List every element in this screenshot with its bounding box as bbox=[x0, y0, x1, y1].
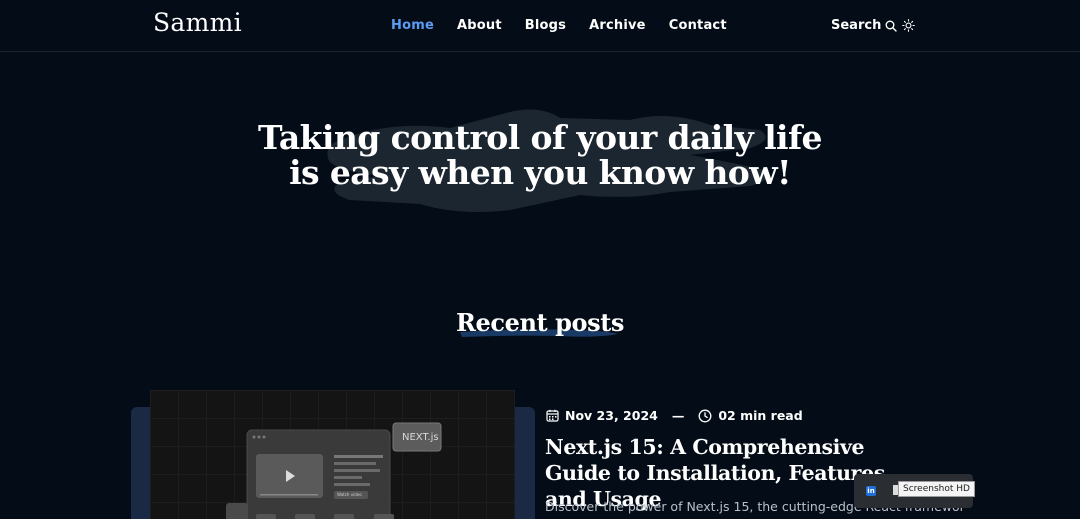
search-button[interactable]: Search bbox=[831, 18, 898, 33]
site-header: Sammi Home About Blogs Archive Contact S… bbox=[0, 0, 1080, 52]
thumbnail-watch-button: Watch video bbox=[337, 492, 362, 497]
nav-contact[interactable]: Contact bbox=[669, 18, 727, 33]
search-icon bbox=[885, 20, 898, 32]
post-meta: Nov 23, 2024 — 02 min read bbox=[546, 408, 803, 423]
main-nav: Home About Blogs Archive Contact bbox=[391, 18, 727, 33]
nav-home[interactable]: Home bbox=[391, 18, 434, 33]
thumbnail-next-logo: NEXT.js bbox=[402, 432, 439, 443]
meta-separator: — bbox=[671, 408, 685, 423]
sun-icon[interactable] bbox=[902, 19, 915, 32]
clock-icon bbox=[698, 409, 712, 422]
site-logo[interactable]: Sammi bbox=[153, 8, 242, 37]
post-thumbnail[interactable]: NEXT.js Watch video bbox=[150, 390, 515, 519]
hero-title-line2: is easy when you know how! bbox=[289, 153, 791, 192]
hero-section: Taking control of your daily life is eas… bbox=[0, 90, 1080, 220]
calendar-icon bbox=[546, 409, 559, 422]
post-date: Nov 23, 2024 bbox=[565, 408, 658, 423]
thumbnail-illustration bbox=[150, 390, 515, 519]
recent-posts-title: Recent posts bbox=[455, 308, 625, 337]
nav-about[interactable]: About bbox=[457, 18, 502, 33]
post-read-time: 02 min read bbox=[718, 408, 803, 423]
nav-blogs[interactable]: Blogs bbox=[525, 18, 566, 33]
nav-archive[interactable]: Archive bbox=[589, 18, 646, 33]
linkedin-icon[interactable]: in bbox=[866, 486, 876, 496]
hero-title-line1: Taking control of your daily life bbox=[258, 118, 823, 157]
hero-title: Taking control of your daily life is eas… bbox=[240, 120, 840, 190]
extension-tooltip: Screenshot HD bbox=[898, 481, 975, 497]
search-label: Search bbox=[831, 18, 882, 33]
